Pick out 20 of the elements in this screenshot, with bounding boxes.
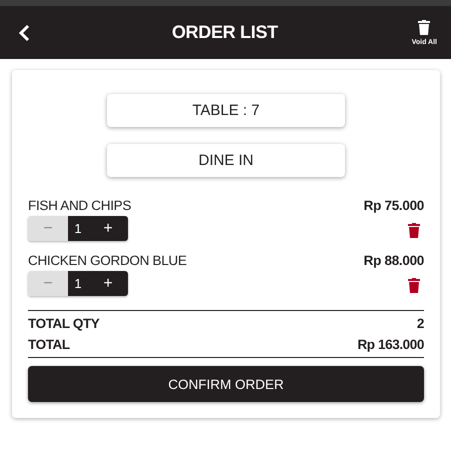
item-price: Rp 75.000 <box>364 198 424 213</box>
confirm-order-button[interactable]: CONFIRM ORDER <box>28 366 424 402</box>
dine-in-button[interactable]: DINE IN <box>107 144 345 177</box>
item-name: CHICKEN GORDON BLUE <box>28 253 187 268</box>
item-price: Rp 88.000 <box>364 253 424 268</box>
trash-icon <box>418 20 430 34</box>
quantity-value: 1 <box>68 216 88 241</box>
back-icon[interactable] <box>18 24 30 42</box>
page-title: ORDER LIST <box>170 22 279 43</box>
total-value: Rp 163.000 <box>357 336 424 354</box>
increase-button[interactable]: + <box>88 216 128 241</box>
quantity-value: 1 <box>68 271 88 296</box>
increase-button[interactable]: + <box>88 271 128 296</box>
trash-icon[interactable] <box>408 222 420 238</box>
trash-icon[interactable] <box>408 278 420 292</box>
table-button[interactable]: TABLE : 7 <box>107 94 345 127</box>
total-label: TOTAL QTY <box>28 315 100 333</box>
item-name: FISH AND CHIPS <box>28 198 132 213</box>
total-value: 2 <box>416 315 424 333</box>
total-label: TOTAL <box>28 336 70 354</box>
